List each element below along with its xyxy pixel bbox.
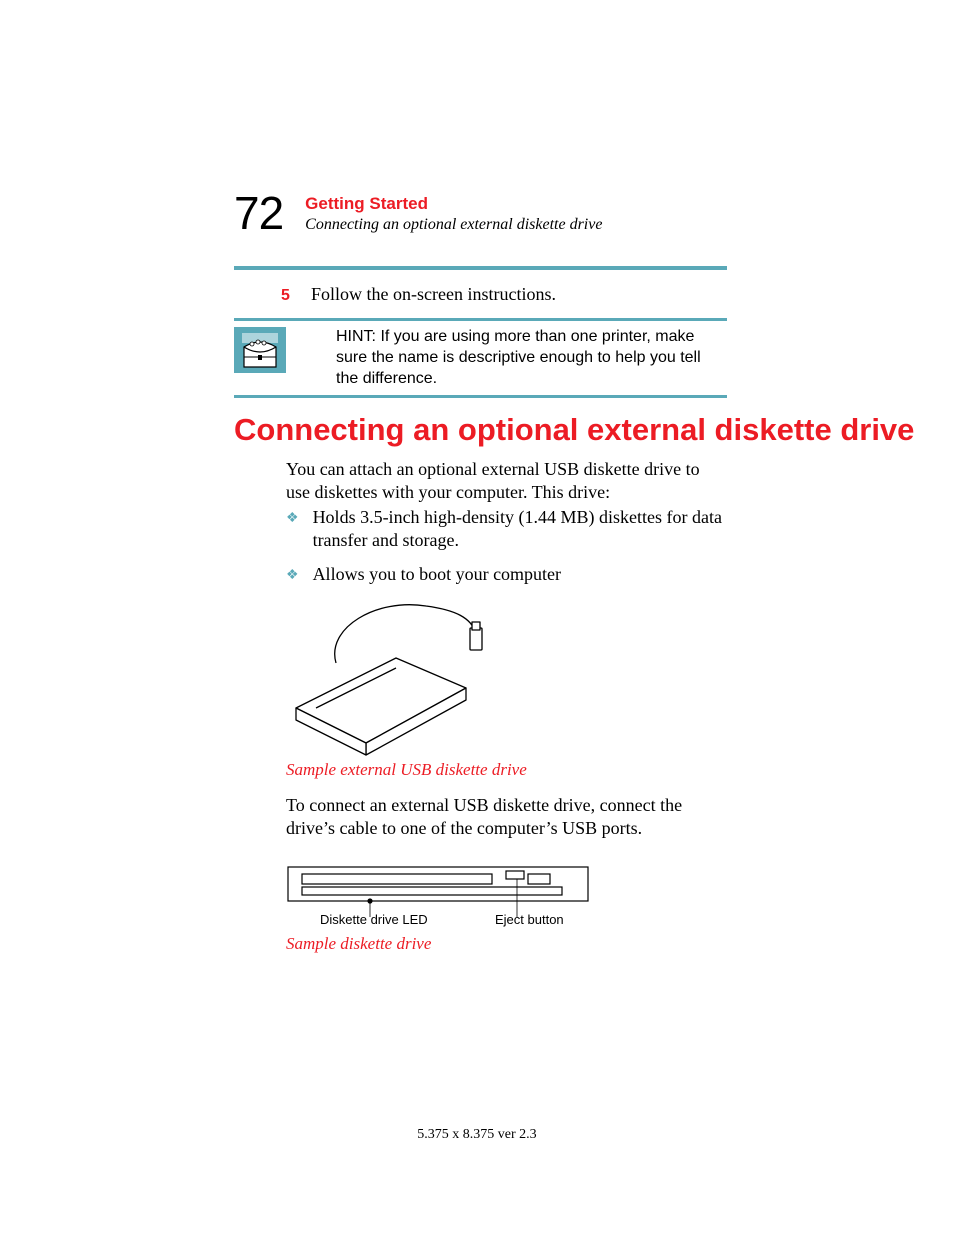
connect-paragraph: To connect an external USB diskette driv…: [286, 794, 727, 841]
section-subtitle: Connecting an optional external diskette…: [305, 216, 602, 234]
page-number: 72: [234, 190, 283, 236]
hint-text: HINT: If you are using more than one pri…: [336, 327, 727, 389]
divider-bar: [234, 266, 727, 270]
figure-1-caption: Sample external USB diskette drive: [286, 760, 527, 780]
hint-content: HINT: If you are using more than one pri…: [234, 321, 727, 395]
hint-bottom-bar: [234, 395, 727, 398]
header-text-block: Getting Started Connecting an optional e…: [305, 190, 602, 234]
bullet-text: Holds 3.5-inch high-density (1.44 MB) di…: [313, 506, 727, 553]
diamond-bullet-icon: ❖: [286, 510, 299, 527]
bullet-list: ❖ Holds 3.5-inch high-density (1.44 MB) …: [286, 506, 727, 596]
manual-page: 72 Getting Started Connecting an optiona…: [0, 0, 954, 1235]
hint-callout: HINT: If you are using more than one pri…: [234, 318, 727, 398]
figure-2-label-eject: Eject button: [495, 912, 564, 927]
section-heading: Connecting an optional external diskette…: [234, 412, 914, 448]
page-header: 72 Getting Started Connecting an optiona…: [234, 190, 602, 236]
diamond-bullet-icon: ❖: [286, 567, 299, 584]
step-number: 5: [281, 287, 311, 305]
bullet-text: Allows you to boot your computer: [313, 563, 561, 586]
intro-paragraph: You can attach an optional external USB …: [286, 458, 727, 505]
list-item: ❖ Holds 3.5-inch high-density (1.44 MB) …: [286, 506, 727, 553]
step-text: Follow the on-screen instructions.: [311, 284, 556, 305]
list-item: ❖ Allows you to boot your computer: [286, 563, 727, 586]
figure-2-label-led: Diskette drive LED: [320, 912, 428, 927]
external-diskette-drive-illustration: [286, 588, 496, 756]
step-row: 5 Follow the on-screen instructions.: [281, 284, 556, 305]
chapter-title: Getting Started: [305, 194, 602, 214]
figure-2-caption: Sample diskette drive: [286, 934, 431, 954]
page-footer: 5.375 x 8.375 ver 2.3: [0, 1127, 954, 1143]
treasure-chest-icon: [234, 327, 286, 373]
